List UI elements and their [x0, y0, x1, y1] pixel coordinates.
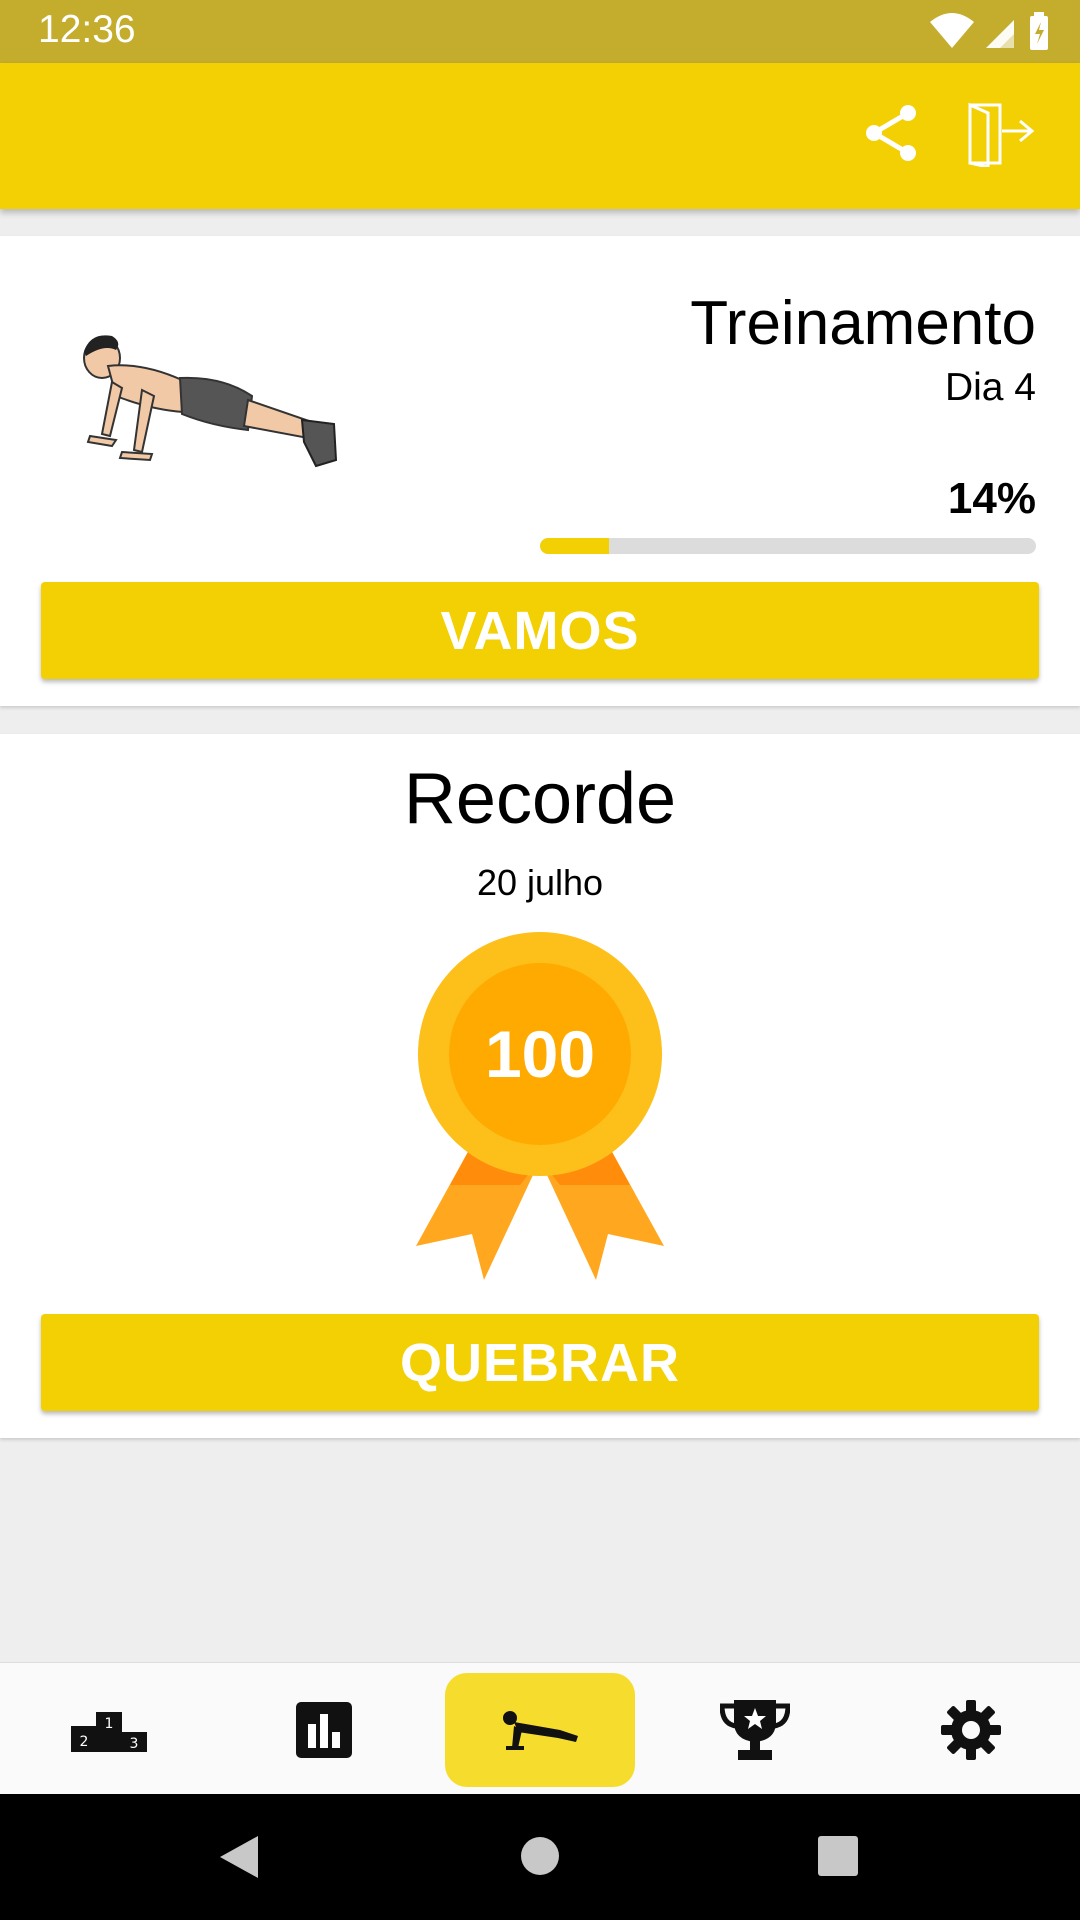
training-progress-fill — [540, 538, 610, 554]
record-date: 20 julho — [476, 862, 604, 903]
svg-text:3: 3 — [130, 1736, 139, 1752]
training-card: Treinamento Dia 4 14% VAMOS — [0, 236, 1080, 706]
nav-item-stats[interactable] — [229, 1673, 419, 1787]
recents-icon[interactable] — [818, 1836, 858, 1876]
svg-text:2: 2 — [80, 1734, 89, 1750]
quebrar-button[interactable]: QUEBRAR — [41, 1314, 1039, 1411]
record-value: 100 — [484, 1017, 596, 1091]
training-title: Treinamento — [690, 289, 1036, 358]
nav-item-settings[interactable] — [876, 1673, 1066, 1787]
home-icon[interactable] — [520, 1836, 560, 1876]
status-icons — [930, 12, 1048, 50]
gear-icon — [941, 1700, 1001, 1760]
app-bar — [0, 63, 1080, 209]
system-nav-bar — [0, 1794, 1080, 1920]
back-icon[interactable] — [218, 1834, 260, 1880]
signal-icon — [986, 20, 1014, 48]
medal-icon — [416, 932, 664, 1280]
podium-icon: 2 1 3 — [71, 1712, 147, 1752]
training-day: Dia 4 — [944, 366, 1036, 409]
nav-item-training[interactable] — [445, 1673, 635, 1787]
status-time: 12:36 — [38, 8, 136, 51]
svg-text:1: 1 — [105, 1716, 114, 1732]
pushup-man-illustration — [83, 335, 338, 468]
trophy-icon — [720, 1700, 790, 1760]
training-percent: 14% — [947, 474, 1036, 523]
bottom-nav: 2 1 3 — [0, 1662, 1080, 1795]
bar-chart-icon — [296, 1702, 352, 1758]
medal: 100 — [410, 930, 670, 1280]
vamos-button[interactable]: VAMOS — [41, 582, 1039, 679]
record-card: Recorde 20 julho 100 QUEBRAR — [0, 734, 1080, 1438]
exit-door-icon[interactable] — [966, 101, 1036, 167]
nav-item-achievements[interactable] — [660, 1673, 850, 1787]
training-progress-bar — [540, 538, 1036, 554]
wifi-icon — [930, 13, 974, 48]
battery-icon — [1030, 12, 1048, 50]
pushup-icon — [503, 1711, 578, 1750]
share-icon[interactable] — [864, 103, 920, 163]
record-title: Recorde — [403, 759, 677, 839]
nav-item-ranking[interactable]: 2 1 3 — [14, 1673, 204, 1787]
status-bar: 12:36 — [0, 0, 1080, 63]
